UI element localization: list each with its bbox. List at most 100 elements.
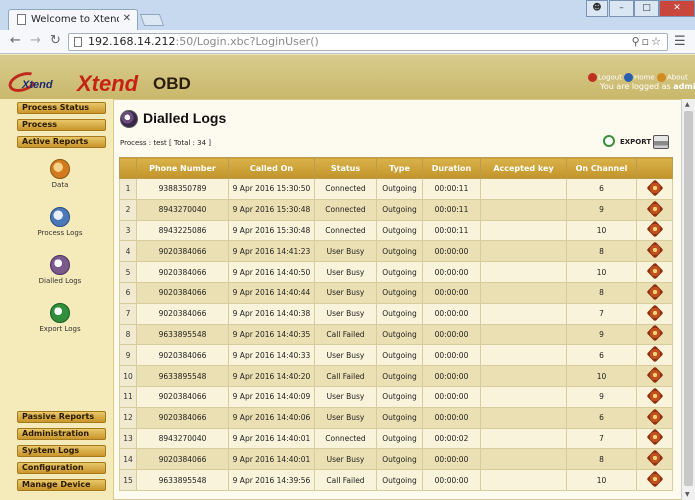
scroll-thumb[interactable] — [684, 111, 693, 486]
sidebar-item-dialled-logs[interactable]: Dialled Logs — [20, 277, 100, 285]
user-profile-icon[interactable]: ☻ — [586, 0, 608, 17]
sidebar-item-data[interactable]: Data — [20, 181, 100, 189]
export-logs-icon[interactable] — [50, 303, 70, 323]
address-bar[interactable]: 192.168.14.212:50/Login.xbc?LoginUser() … — [68, 33, 668, 51]
row-action-cell[interactable] — [636, 406, 673, 429]
row-action-cell[interactable] — [636, 261, 673, 283]
back-arrow-icon[interactable]: ← — [10, 33, 21, 48]
details-icon[interactable] — [646, 221, 663, 238]
data-icon[interactable] — [50, 159, 70, 179]
on-channel-cell: 10 — [566, 469, 637, 491]
sidebar-item-process-logs[interactable]: Process Logs — [20, 229, 100, 237]
row-index: 8 — [119, 323, 137, 346]
details-icon[interactable] — [646, 262, 663, 280]
table-row[interactable]: 11 9020384066 9 Apr 2016 14:40:09 User Busy… — [119, 385, 673, 408]
table-row[interactable]: 7 9020384066 9 Apr 2016 14:40:38 User Busy O… — [119, 302, 673, 325]
details-icon[interactable] — [646, 325, 663, 342]
url-text[interactable]: 192.168.14.212:50/Login.xbc?LoginUser() — [88, 35, 319, 48]
row-action-cell[interactable] — [636, 219, 673, 242]
tab-close-icon[interactable]: ✕ — [123, 13, 131, 24]
logout-link[interactable]: Logout — [588, 73, 622, 82]
scroll-up-icon[interactable]: ▲ — [685, 101, 690, 108]
row-action-cell[interactable] — [636, 385, 673, 408]
details-icon[interactable] — [646, 470, 663, 488]
export-button[interactable]: EXPORT — [620, 138, 651, 146]
sidebar-button-manage-device[interactable]: Manage Device — [17, 479, 106, 491]
page-icon[interactable]: ▫ — [642, 35, 651, 48]
details-icon[interactable] — [646, 200, 663, 218]
row-action-cell[interactable] — [636, 365, 673, 387]
forward-arrow-icon[interactable]: → — [30, 33, 41, 48]
omnibox-icons[interactable]: ⚲▫☆ — [632, 35, 663, 48]
table-row[interactable]: 14 9020384066 9 Apr 2016 14:40:01 User Busy… — [119, 448, 673, 471]
scroll-down-icon[interactable]: ▼ — [685, 491, 690, 498]
row-action-cell[interactable] — [636, 427, 673, 450]
print-icon[interactable] — [653, 135, 669, 149]
column-header[interactable]: Called On — [228, 157, 315, 179]
table-row[interactable]: 1 9388350789 9 Apr 2016 15:30:50 Connected O… — [119, 178, 673, 200]
column-header[interactable]: On Channel — [566, 157, 637, 179]
details-icon[interactable] — [646, 304, 663, 322]
table-row[interactable]: 3 8943225086 9 Apr 2016 15:30:48 Connected O… — [119, 219, 673, 242]
table-row[interactable]: 13 8943270040 9 Apr 2016 14:40:01 Connected… — [119, 427, 673, 450]
called-on-cell: 9 Apr 2016 14:40:01 — [228, 448, 315, 471]
reload-icon[interactable]: ↻ — [50, 33, 61, 48]
scrollbar[interactable]: ▲ ▼ — [681, 99, 695, 500]
table-row[interactable]: 12 9020384066 9 Apr 2016 14:40:06 User Busy… — [119, 406, 673, 429]
row-action-cell[interactable] — [636, 198, 673, 221]
about-link[interactable]: About — [657, 73, 688, 82]
export-icon[interactable] — [603, 135, 615, 147]
column-header[interactable]: Accepted key — [480, 157, 567, 179]
row-action-cell[interactable] — [636, 344, 673, 367]
table-row[interactable]: 9 9020384066 9 Apr 2016 14:40:33 User Busy O… — [119, 344, 673, 367]
sidebar-button-active-reports[interactable]: Active Reports — [17, 136, 106, 148]
details-icon[interactable] — [646, 366, 663, 384]
details-icon[interactable] — [646, 283, 663, 301]
details-icon[interactable] — [646, 408, 663, 426]
sidebar-button-administration[interactable]: Administration — [17, 428, 106, 440]
table-row[interactable]: 10 9633895548 9 Apr 2016 14:40:20 Call Fail… — [119, 365, 673, 387]
search-icon[interactable]: ⚲ — [632, 35, 642, 48]
home-link[interactable]: Home — [624, 73, 655, 82]
table-row[interactable]: 4 9020384066 9 Apr 2016 14:41:23 User Busy O… — [119, 240, 673, 263]
maximize-button[interactable]: □ — [634, 0, 659, 17]
new-tab-button[interactable] — [139, 14, 165, 26]
sidebar-button-configuration[interactable]: Configuration — [17, 462, 106, 474]
row-action-cell[interactable] — [636, 302, 673, 325]
table-row[interactable]: 8 9633895548 9 Apr 2016 14:40:35 Call Faile… — [119, 323, 673, 346]
details-icon[interactable] — [646, 241, 663, 259]
table-row[interactable]: 2 8943270040 9 Apr 2016 15:30:48 Connected O… — [119, 198, 673, 221]
status-cell: User Busy — [314, 385, 377, 408]
sidebar-button-system-logs[interactable]: System Logs — [17, 445, 106, 457]
row-action-cell[interactable] — [636, 178, 673, 200]
row-action-cell[interactable] — [636, 323, 673, 346]
sidebar-item-export-logs[interactable]: Export Logs — [20, 325, 100, 333]
process-logs-icon[interactable] — [50, 207, 70, 227]
details-icon[interactable] — [646, 179, 663, 197]
column-header[interactable]: Phone Number — [136, 157, 229, 179]
browser-tab[interactable]: Welcome to Xtend O ✕ — [8, 9, 138, 30]
table-row[interactable]: 15 9633895548 9 Apr 2016 14:39:56 Call Fail… — [119, 469, 673, 491]
menu-icon[interactable]: ☰ — [674, 34, 686, 49]
sidebar-button-passive-reports[interactable]: Passive Reports — [17, 411, 106, 423]
details-icon[interactable] — [646, 345, 663, 363]
minimize-button[interactable]: – — [609, 0, 634, 17]
column-header[interactable]: Type — [376, 157, 423, 179]
row-action-cell[interactable] — [636, 281, 673, 304]
row-action-cell[interactable] — [636, 469, 673, 491]
row-action-cell[interactable] — [636, 240, 673, 263]
details-icon[interactable] — [646, 429, 663, 446]
details-icon[interactable] — [646, 387, 663, 405]
row-action-cell[interactable] — [636, 448, 673, 471]
close-window-button[interactable]: ✕ — [659, 0, 695, 17]
dialled-logs-icon[interactable] — [50, 255, 70, 275]
table-row[interactable]: 6 9020384066 9 Apr 2016 14:40:44 User Busy O… — [119, 281, 673, 304]
table-row[interactable]: 5 9020384066 9 Apr 2016 14:40:50 User Busy O… — [119, 261, 673, 283]
star-icon[interactable]: ☆ — [651, 35, 663, 48]
column-header[interactable]: Status — [314, 157, 377, 179]
details-icon[interactable] — [646, 449, 663, 467]
sidebar-button-process-status[interactable]: Process Status — [17, 102, 106, 114]
sidebar-button-process[interactable]: Process — [17, 119, 106, 131]
type-cell: Outgoing — [376, 198, 423, 221]
column-header[interactable]: Duration — [422, 157, 481, 179]
